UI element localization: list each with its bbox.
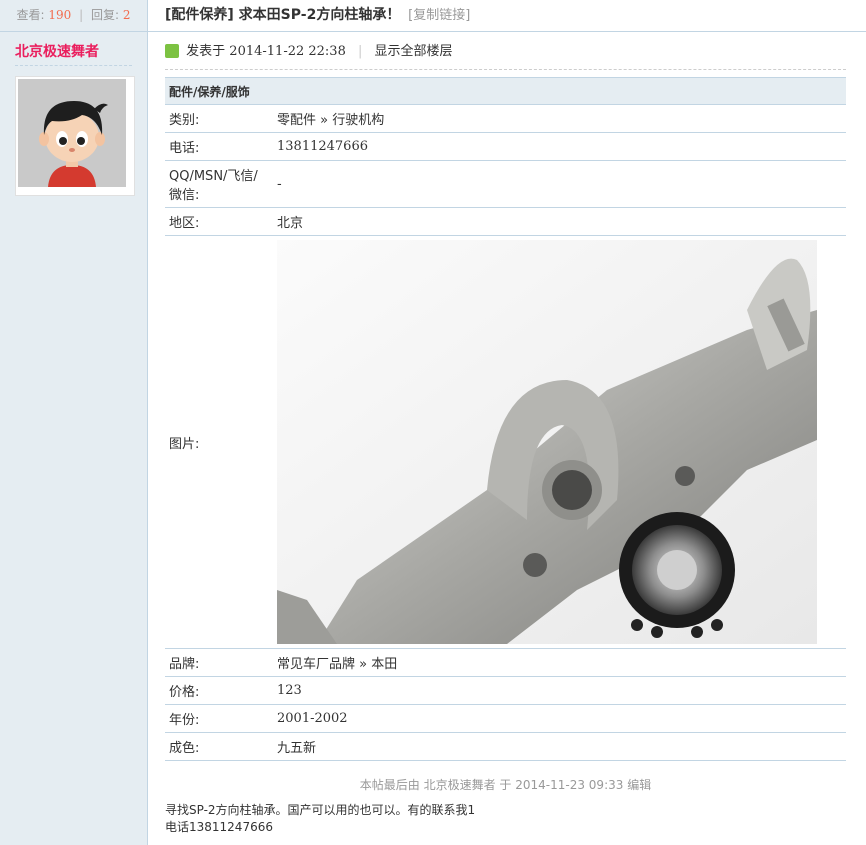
table-row: 品牌: 常见车厂品牌 » 本田 (165, 648, 846, 677)
post-meta: 发表于 2014-11-22 22:38 | 显示全部楼层 (165, 40, 453, 64)
row-label: QQ/MSN/飞信/微信: (165, 160, 273, 208)
author-name[interactable]: 北京极速舞者 (15, 41, 132, 66)
table-row: 图片: (165, 235, 846, 649)
content-line: 电话13811247666 (165, 820, 273, 834)
row-value: 2001-2002 (273, 704, 846, 733)
row-label: 年份: (165, 704, 273, 733)
table-row: 年份: 2001-2002 (165, 704, 846, 733)
post-status-icon (165, 43, 179, 58)
table-row: QQ/MSN/飞信/微信: - (165, 160, 846, 208)
row-value: 123 (273, 676, 846, 705)
section-header: 配件/保养/服饰 (165, 77, 846, 105)
row-label: 品牌: (165, 648, 273, 677)
thread-title-bar: [配件保养] 求本田SP-2方向柱轴承！ [复制链接] (148, 0, 866, 32)
row-label: 类别: (165, 104, 273, 133)
row-value (273, 235, 846, 649)
stats-separator: | (79, 8, 84, 22)
row-label: 电话: (165, 132, 273, 161)
views-label: 查看: (16, 8, 45, 22)
posted-label: 发表于 (186, 44, 226, 59)
meta-separator: | (358, 44, 363, 59)
row-label: 价格: (165, 676, 273, 705)
row-value: 常见车厂品牌 » 本田 (273, 648, 846, 677)
row-value: 北京 (273, 207, 846, 236)
post-timestamp: 2014-11-22 22:38 (229, 44, 346, 59)
table-row: 电话: 13811247666 (165, 132, 846, 161)
row-label: 成色: (165, 732, 273, 761)
replies-count: 2 (122, 8, 131, 22)
row-value: 零配件 » 行驶机构 (273, 104, 846, 133)
post-content: 寻找SP-2方向柱轴承。国产可以用的也可以。有的联系我1 电话138112476… (165, 802, 846, 836)
row-value: 13811247666 (273, 132, 846, 161)
steering-column-photo[interactable] (277, 240, 817, 644)
table-row: 成色: 九五新 (165, 732, 846, 761)
avatar[interactable] (15, 76, 135, 196)
divider (165, 69, 846, 70)
cartoon-boy-avatar-icon (18, 79, 126, 187)
row-value: 九五新 (273, 732, 846, 761)
table-row: 地区: 北京 (165, 207, 846, 236)
row-value: - (273, 160, 846, 208)
thread-title: [配件保养] 求本田SP-2方向柱轴承！ (165, 7, 401, 23)
row-label: 地区: (165, 207, 273, 236)
row-label: 图片: (165, 235, 273, 649)
table-row: 类别: 零配件 » 行驶机构 (165, 104, 846, 133)
views-count: 190 (48, 8, 72, 22)
classified-info-table: 配件/保养/服饰 类别: 零配件 » 行驶机构 电话: 13811247666 … (165, 77, 846, 761)
thread-stats: 查看: 190 | 回复: 2 (0, 0, 147, 32)
show-all-floors-link[interactable]: 显示全部楼层 (375, 44, 453, 59)
edit-note: 本帖最后由 北京极速舞者 于 2014-11-23 09:33 编辑 (359, 778, 652, 792)
author-sidebar: 查看: 190 | 回复: 2 北京极速舞者 (0, 0, 148, 845)
replies-label: 回复: (90, 8, 120, 22)
copy-link-button[interactable]: [复制链接] (408, 8, 470, 23)
content-line: 寻找SP-2方向柱轴承。国产可以用的也可以。有的联系我1 (165, 803, 476, 817)
table-row: 价格: 123 (165, 676, 846, 705)
